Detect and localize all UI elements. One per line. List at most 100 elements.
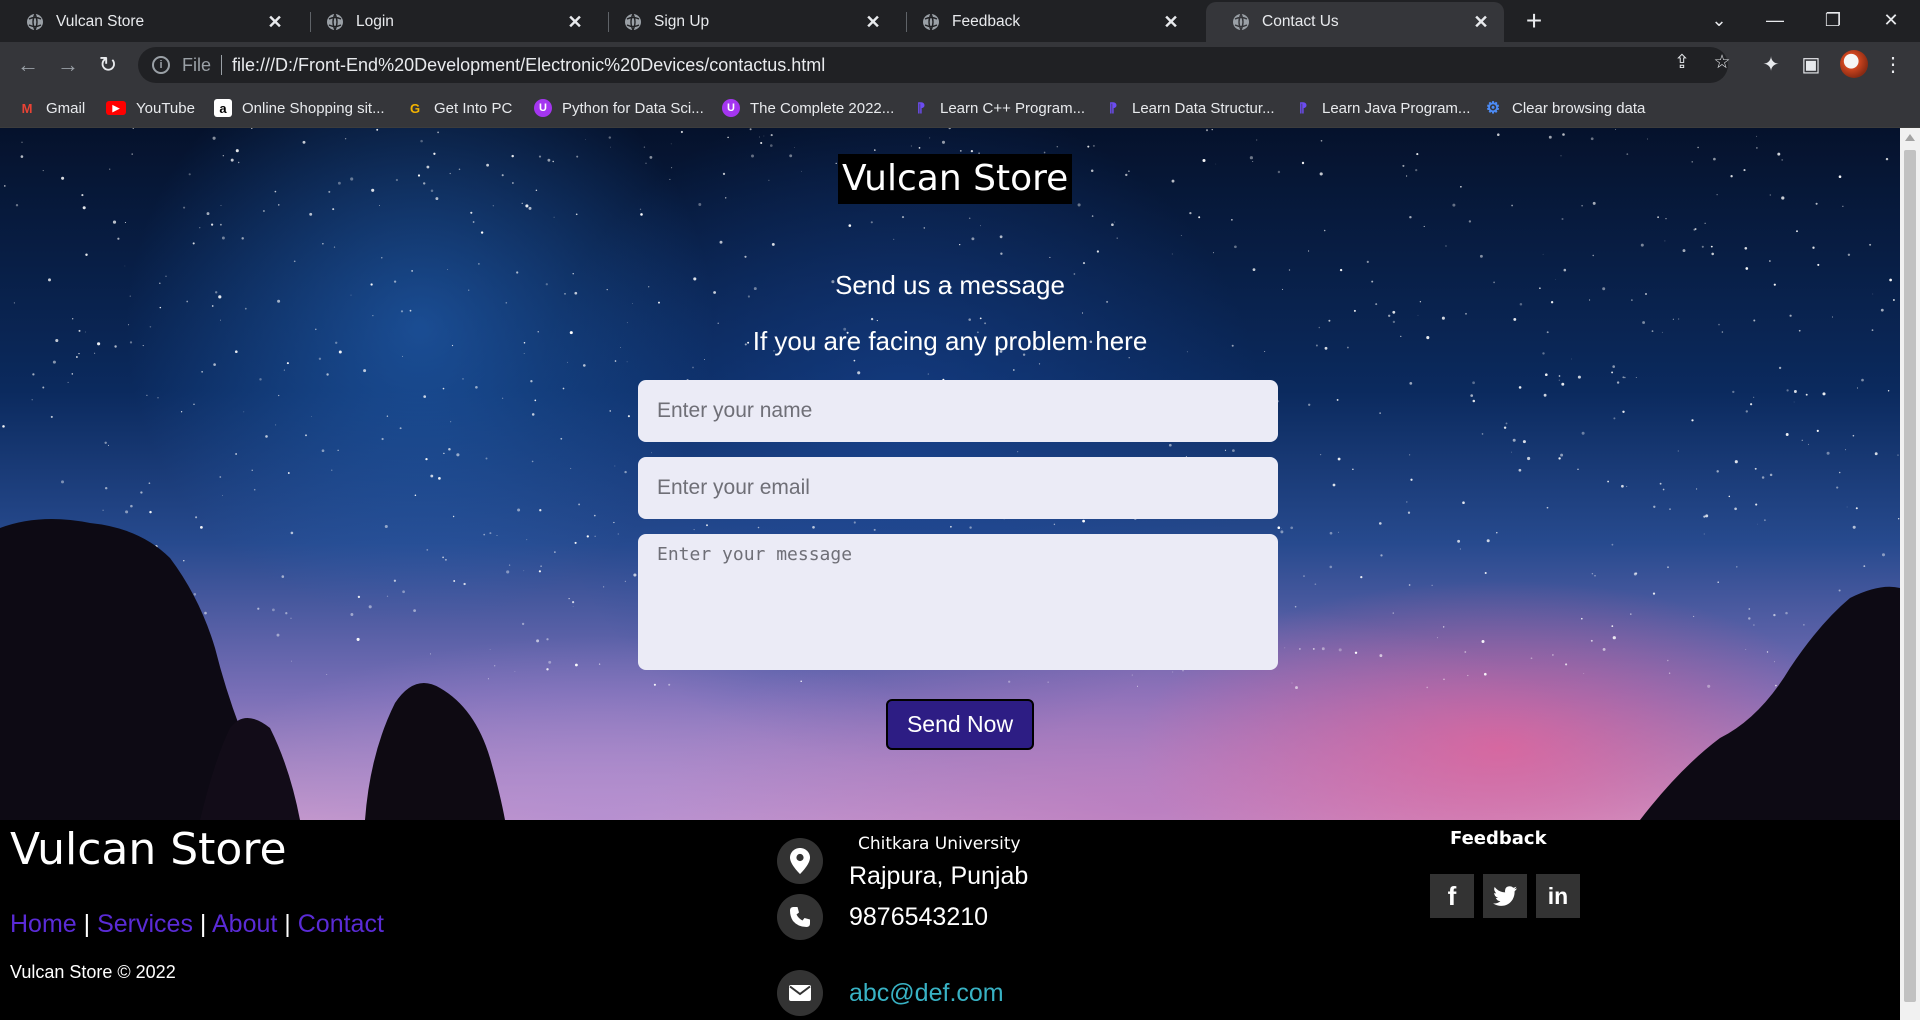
tab-login[interactable]: Login ✕ [300, 2, 598, 42]
contact-phone: 9876543210 [849, 902, 989, 931]
tab-search-icon[interactable]: ⌄ [1690, 0, 1748, 40]
new-tab-button[interactable]: + [1520, 7, 1548, 36]
scrollbar-thumb[interactable] [1904, 150, 1916, 1002]
scroll-up-arrow-icon[interactable] [1905, 134, 1915, 141]
forward-arrow-icon[interactable]: → [54, 51, 82, 79]
restore-icon[interactable]: ❐ [1804, 0, 1862, 40]
bookmark-label: Python for Data Sci... [562, 99, 704, 117]
gear-icon: ⚙ [1485, 100, 1501, 117]
envelope-icon [777, 970, 823, 1016]
contact-email-link[interactable]: abc@def.com [849, 979, 1004, 1008]
bookmark-get-into-pc[interactable]: G Get Into PC [406, 96, 512, 120]
hero-section: Vulcan Store Send us a message If you ar… [0, 128, 1900, 820]
window-close-icon[interactable]: ✕ [1862, 0, 1920, 40]
side-panel-icon[interactable]: ▣ [1798, 50, 1824, 78]
bookmark-label: Learn C++ Program... [940, 99, 1086, 117]
bookmark-star-icon[interactable]: ☆ [1710, 50, 1734, 74]
contact-phone-row: 9876543210 [777, 894, 988, 940]
phone-icon [777, 894, 823, 940]
bookmark-label: The Complete 2022... [750, 99, 895, 117]
linkedin-icon: in [1547, 882, 1569, 909]
send-now-button[interactable]: Send Now [886, 699, 1034, 750]
bookmark-complete-2022[interactable]: U The Complete 2022... [722, 96, 894, 120]
bookmark-gmail[interactable]: M Gmail [18, 96, 86, 120]
share-icon[interactable]: ⇪ [1670, 50, 1694, 74]
footer-link-separator: | [199, 910, 207, 938]
bookmark-python-data-sci[interactable]: U Python for Data Sci... [534, 96, 704, 120]
contact-address-row: Rajpura, Punjab [777, 830, 1028, 891]
getintopc-icon: G [409, 100, 421, 116]
contact-email-row: abc@def.com [777, 970, 1004, 1016]
page-viewport: Vulcan Store Send us a message If you ar… [0, 128, 1900, 1020]
bookmark-youtube[interactable]: ▶ YouTube [106, 96, 195, 120]
tab-title: Sign Up [654, 13, 710, 30]
form-subheading: If you are facing any problem here [752, 326, 1148, 356]
bookmark-label: Get Into PC [434, 99, 513, 117]
footer-nav: Home | Services | About | Contact [10, 910, 384, 939]
bookmark-label: Learn Data Structur... [1132, 99, 1275, 117]
info-icon[interactable]: i [152, 56, 170, 74]
bookmarks-bar: M Gmail ▶ YouTube a Online Shopping sit.… [0, 88, 1920, 128]
programiz-icon: ⁋ [916, 100, 926, 115]
footer-link-about[interactable]: About [212, 910, 277, 938]
bookmark-clear-browsing-data[interactable]: ⚙ Clear browsing data [1484, 96, 1646, 120]
bookmark-learn-data-structures[interactable]: ⁋ Learn Data Structur... [1104, 96, 1275, 120]
facebook-icon: f [1447, 880, 1457, 911]
name-input[interactable] [638, 380, 1278, 442]
page-scrollbar[interactable] [1900, 128, 1920, 1020]
tab-vulcan-store[interactable]: Vulcan Store ✕ [0, 2, 298, 42]
bookmark-learn-java[interactable]: ⁋ Learn Java Program... [1294, 96, 1471, 120]
back-arrow-icon[interactable]: ← [14, 51, 42, 79]
form-heading: Send us a message [835, 270, 1065, 300]
tab-title: Contact Us [1262, 13, 1339, 30]
gmail-icon: M [21, 100, 33, 116]
bookmark-label: Clear browsing data [1512, 99, 1646, 117]
twitter-button[interactable] [1483, 874, 1527, 918]
globe-icon [327, 13, 343, 31]
close-icon[interactable]: ✕ [862, 11, 884, 33]
extensions-puzzle-icon[interactable]: ✦ [1758, 50, 1784, 78]
footer-link-separator: | [83, 910, 91, 938]
feedback-title: Feedback [1450, 828, 1547, 849]
url-scheme: File [182, 54, 212, 75]
bookmark-online-shopping[interactable]: a Online Shopping sit... [214, 96, 385, 120]
footer-link-contact[interactable]: Contact [298, 910, 384, 938]
menu-kebab-icon[interactable]: ⋮ [1880, 50, 1906, 78]
url-text[interactable]: file:///D:/Front-End%20Development/Elect… [232, 55, 825, 76]
close-icon[interactable]: ✕ [564, 11, 586, 33]
url-divider [221, 55, 223, 75]
email-input[interactable] [638, 457, 1278, 519]
map-marker-icon [777, 837, 823, 884]
reload-icon[interactable]: ↻ [94, 51, 122, 79]
close-icon[interactable]: ✕ [1160, 11, 1182, 33]
site-footer: Vulcan Store Home | Services | About | C… [0, 820, 1900, 1020]
close-icon[interactable]: ✕ [1470, 11, 1492, 33]
minimize-icon[interactable]: — [1746, 0, 1804, 40]
tab-sign-up[interactable]: Sign Up ✕ [598, 2, 896, 42]
udemy-icon: U [534, 99, 552, 117]
bookmark-label: Gmail [46, 99, 86, 117]
footer-copyright: Vulcan Store © 2022 [10, 962, 176, 982]
tab-contact-us[interactable]: Contact Us ✕ [1206, 2, 1504, 42]
udemy-icon: U [722, 99, 740, 117]
tab-title: Vulcan Store [56, 13, 145, 30]
tab-feedback[interactable]: Feedback ✕ [896, 2, 1194, 42]
footer-link-home[interactable]: Home [10, 910, 77, 938]
message-textarea[interactable] [638, 534, 1278, 670]
browser-toolbar: ← → ↻ i File file:///D:/Front-End%20Deve… [0, 42, 1920, 88]
linkedin-button[interactable]: in [1536, 874, 1580, 918]
close-icon[interactable]: ✕ [264, 11, 286, 33]
bookmark-learn-cpp[interactable]: ⁋ Learn C++ Program... [912, 96, 1085, 120]
programiz-icon: ⁋ [1108, 100, 1118, 115]
footer-link-services[interactable]: Services [97, 910, 193, 938]
tab-strip: Vulcan Store ✕ Login ✕ Sign Up ✕ Feedbac… [0, 0, 1920, 42]
bookmark-label: Online Shopping sit... [242, 99, 385, 117]
profile-avatar[interactable] [1840, 50, 1868, 78]
globe-icon [27, 13, 43, 31]
facebook-button[interactable]: f [1430, 874, 1474, 918]
address-bar[interactable]: i File file:///D:/Front-End%20Developmen… [138, 47, 1728, 83]
globe-icon [625, 13, 641, 31]
tab-title: Login [356, 13, 394, 30]
bookmark-label: Learn Java Program... [1322, 99, 1471, 117]
bookmark-label: YouTube [136, 99, 195, 117]
